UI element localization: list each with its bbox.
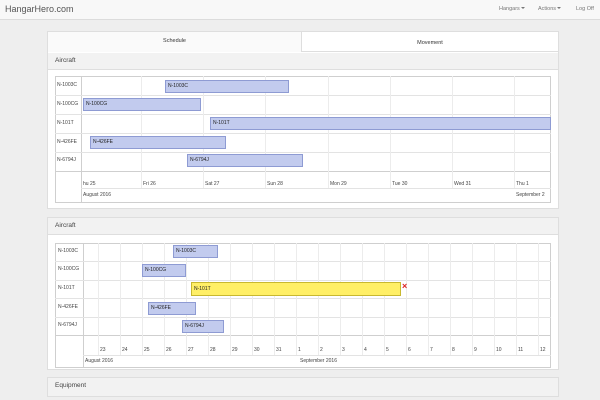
equipment-section-header[interactable]: Equipment: [48, 378, 558, 396]
day-tick: Sat 27: [205, 181, 220, 187]
day-tick: 29: [232, 347, 238, 353]
schedule-bar[interactable]: N-1003C: [165, 80, 289, 93]
day-tick: Thu 1: [516, 181, 529, 187]
movement-section-title: Aircraft: [55, 222, 76, 229]
schedule-card: Schedule Movement Aircraft N-1003C N-100…: [47, 31, 559, 209]
day-tick: 3: [342, 347, 345, 353]
day-tick: 31: [276, 347, 282, 353]
schedule-bar[interactable]: N-426FE: [90, 136, 226, 149]
day-tick: 8: [452, 347, 455, 353]
day-tick: 1: [298, 347, 301, 353]
month-label: August 2016: [85, 358, 114, 364]
brand-logo[interactable]: HangarHero.com: [5, 4, 74, 14]
schedule-bar[interactable]: N-101T: [210, 117, 551, 130]
schedule-section-header: Aircraft: [48, 53, 558, 70]
movement-bar[interactable]: N-100CG: [142, 264, 186, 277]
day-tick: 26: [166, 347, 172, 353]
top-navbar: HangarHero.com Hangars Actions Log Off: [0, 0, 600, 20]
day-tick: 11: [518, 347, 524, 353]
day-tick: 9: [474, 347, 477, 353]
schedule-section-title: Aircraft: [55, 57, 76, 64]
day-tick: 7: [430, 347, 433, 353]
day-tick: Wed 31: [454, 181, 472, 187]
caret-down-icon: [520, 7, 525, 9]
day-tick: Fri 26: [143, 181, 156, 187]
hangars-menu[interactable]: Hangars: [499, 6, 525, 12]
movement-card: Aircraft N-1003C N-100CG N-101T N-426FE …: [47, 217, 559, 370]
day-tick: 6: [408, 347, 411, 353]
month-label: September 2: [516, 192, 545, 198]
row-label: N-6794J: [57, 157, 76, 163]
movement-bar[interactable]: N-6794J: [182, 320, 224, 333]
row-label: N-1003C: [58, 248, 79, 254]
tab-movement[interactable]: Movement: [302, 32, 558, 52]
close-icon[interactable]: ×: [402, 282, 407, 291]
day-tick: 10: [496, 347, 502, 353]
row-label: N-101T: [57, 120, 74, 126]
day-tick: 2: [320, 347, 323, 353]
day-tick: 27: [188, 347, 194, 353]
day-tick: 30: [254, 347, 260, 353]
day-tick: 28: [210, 347, 216, 353]
day-tick: 12: [540, 347, 546, 353]
day-tick: 4: [364, 347, 367, 353]
row-label: N-101T: [58, 285, 75, 291]
row-label: N-6794J: [58, 322, 77, 328]
row-label: N-426FE: [58, 304, 79, 310]
hangars-menu-label: Hangars: [499, 6, 520, 12]
day-tick: 24: [122, 347, 128, 353]
movement-section-header: Aircraft: [48, 218, 558, 235]
month-label: August 2016: [83, 192, 112, 198]
actions-menu[interactable]: Actions: [538, 6, 562, 12]
row-label: N-100CG: [57, 101, 79, 107]
row-label: N-426FE: [57, 139, 78, 145]
schedule-bar[interactable]: N-100CG: [83, 98, 201, 111]
day-tick: Tue 30: [392, 181, 408, 187]
movement-bar[interactable]: N-426FE: [148, 302, 196, 315]
caret-down-icon: [557, 7, 562, 9]
day-tick: hu 25: [83, 181, 96, 187]
actions-menu-label: Actions: [538, 6, 557, 12]
day-tick: 23: [100, 347, 106, 353]
schedule-bar[interactable]: N-6794J: [187, 154, 303, 167]
day-tick: 25: [144, 347, 150, 353]
day-tick: Sun 28: [267, 181, 283, 187]
movement-bar[interactable]: N-1003C: [173, 245, 218, 258]
equipment-card: Equipment: [47, 377, 559, 397]
row-label: N-100CG: [58, 266, 80, 272]
movement-bar-selected[interactable]: N-101T: [191, 282, 401, 296]
logoff-link[interactable]: Log Off: [576, 6, 594, 12]
equipment-section-title: Equipment: [55, 382, 87, 389]
month-label: September 2016: [300, 358, 337, 364]
tab-schedule[interactable]: Schedule: [48, 32, 302, 52]
day-tick: Mon 29: [330, 181, 347, 187]
row-label: N-1003C: [57, 82, 78, 88]
day-tick: 5: [386, 347, 389, 353]
